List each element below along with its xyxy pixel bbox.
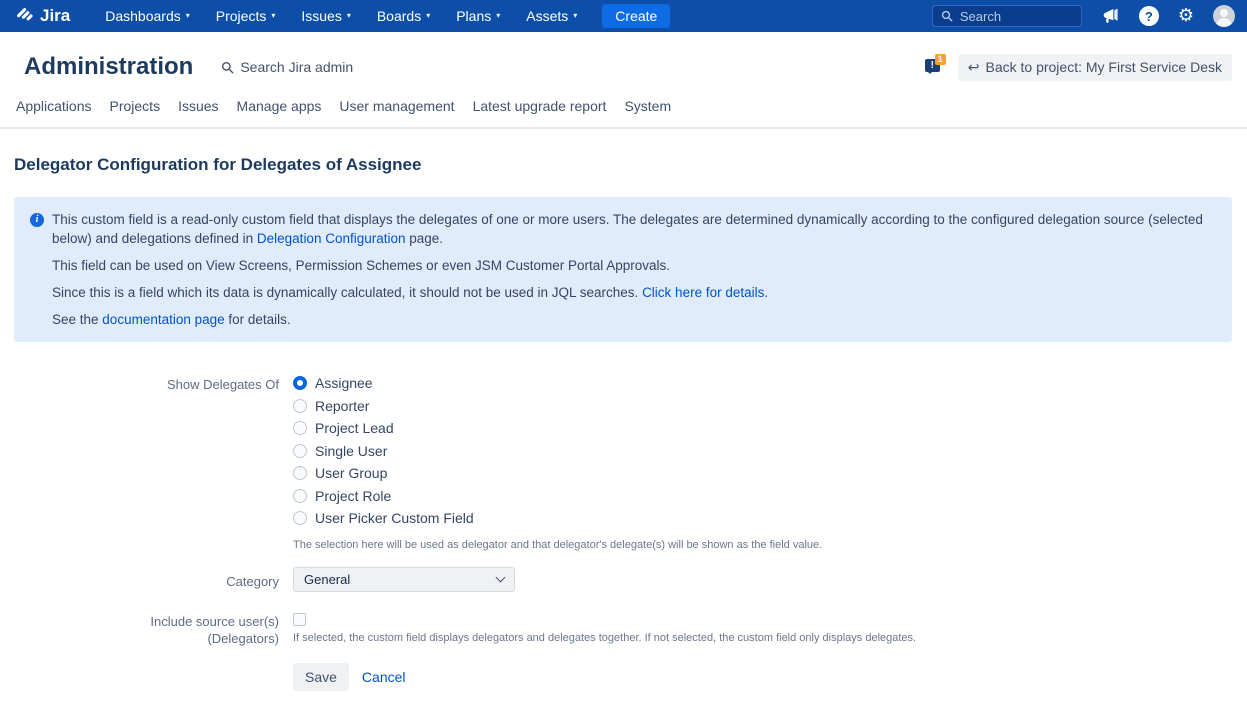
tab-projects[interactable]: Projects: [110, 98, 161, 114]
nav-issues[interactable]: Issues ▾: [288, 0, 363, 32]
back-to-project-button[interactable]: ↩ Back to project: My First Service Desk: [958, 54, 1232, 81]
admin-header: Administration Search Jira admin ! 1 ↩ B…: [0, 32, 1247, 96]
admin-title: Administration: [24, 53, 193, 81]
info-paragraph-4: See the documentation page for details.: [52, 310, 1216, 329]
category-select[interactable]: General: [293, 567, 515, 592]
info-box: i This custom field is a read-only custo…: [14, 197, 1232, 342]
radio-assignee[interactable]: Assignee: [293, 372, 373, 395]
notification-icon[interactable]: ! 1: [925, 59, 943, 75]
show-delegates-help: The selection here will be used as deleg…: [293, 539, 822, 551]
announcements-icon[interactable]: [1101, 8, 1120, 25]
radio-reporter[interactable]: Reporter: [293, 395, 369, 418]
nav-plans[interactable]: Plans ▾: [443, 0, 513, 32]
include-source-label: Include source user(s) (Delegators): [14, 613, 279, 647]
category-row: Category General: [14, 567, 1232, 592]
nav-boards[interactable]: Boards ▾: [364, 0, 443, 32]
radio-user-group[interactable]: User Group: [293, 462, 387, 485]
help-icon[interactable]: ?: [1139, 6, 1159, 26]
global-search-input[interactable]: Search: [932, 5, 1082, 27]
search-icon: [221, 61, 234, 74]
chevron-down-icon: ▾: [271, 12, 275, 20]
info-paragraph-2: This field can be used on View Screens, …: [52, 256, 1216, 275]
notification-badge: 1: [935, 54, 946, 65]
include-source-checkbox[interactable]: [293, 613, 306, 626]
include-source-row: Include source user(s) (Delegators) If s…: [14, 613, 1232, 647]
radio-button-icon[interactable]: [293, 466, 307, 480]
radio-single-user[interactable]: Single User: [293, 440, 387, 463]
info-paragraph-3: Since this is a field which its data is …: [52, 283, 1216, 302]
show-delegates-label: Show Delegates Of: [14, 372, 279, 551]
create-button[interactable]: Create: [602, 4, 670, 28]
tab-issues[interactable]: Issues: [178, 98, 218, 114]
chevron-down-icon: ▾: [347, 12, 351, 20]
category-label: Category: [14, 567, 279, 592]
chevron-down-icon: ▾: [496, 12, 500, 20]
radio-project-lead[interactable]: Project Lead: [293, 417, 394, 440]
delegation-configuration-link[interactable]: Delegation Configuration: [257, 231, 406, 246]
tab-manage-apps[interactable]: Manage apps: [237, 98, 322, 114]
tab-user-management[interactable]: User management: [339, 98, 454, 114]
form-buttons-row: Save Cancel: [14, 663, 1232, 691]
user-avatar[interactable]: [1213, 5, 1235, 27]
radio-user-picker-custom-field[interactable]: User Picker Custom Field: [293, 507, 474, 530]
radio-button-icon[interactable]: [293, 511, 307, 525]
back-button-label: Back to project: My First Service Desk: [985, 59, 1222, 75]
nav-dashboards[interactable]: Dashboards ▾: [92, 0, 203, 32]
jira-logo-text: Jira: [40, 6, 70, 26]
back-arrow-icon: ↩: [968, 59, 980, 76]
chevron-down-icon: ▾: [426, 12, 430, 20]
gear-icon[interactable]: ⚙: [1178, 7, 1194, 25]
main-content: Delegator Configuration for Delegates of…: [0, 155, 1247, 691]
tab-applications[interactable]: Applications: [16, 98, 92, 114]
jira-logo-icon: [16, 7, 34, 25]
chevron-down-icon: ▾: [573, 12, 577, 20]
nav-projects[interactable]: Projects ▾: [203, 0, 289, 32]
save-button[interactable]: Save: [293, 663, 349, 691]
radio-button-icon[interactable]: [293, 421, 307, 435]
admin-search-label: Search Jira admin: [240, 59, 353, 75]
cancel-link[interactable]: Cancel: [362, 669, 406, 685]
documentation-page-link[interactable]: documentation page: [102, 312, 224, 327]
click-here-for-details-link[interactable]: Click here for details: [642, 285, 764, 300]
chevron-down-icon: ▾: [186, 12, 190, 20]
radio-project-role[interactable]: Project Role: [293, 485, 391, 508]
info-paragraph-1: This custom field is a read-only custom …: [52, 210, 1216, 248]
delegator-config-form: Show Delegates Of Assignee Reporter Proj…: [14, 372, 1232, 691]
tab-system[interactable]: System: [624, 98, 671, 114]
admin-tabs: Applications Projects Issues Manage apps…: [0, 96, 1247, 129]
page-title: Delegator Configuration for Delegates of…: [14, 155, 1232, 175]
search-placeholder: Search: [960, 9, 1001, 24]
top-navbar: Jira Dashboards ▾ Projects ▾ Issues ▾ Bo…: [0, 0, 1247, 32]
radio-button-icon[interactable]: [293, 489, 307, 503]
admin-search[interactable]: Search Jira admin: [221, 59, 353, 75]
radio-button-icon[interactable]: [293, 376, 307, 390]
radio-button-icon[interactable]: [293, 444, 307, 458]
radio-button-icon[interactable]: [293, 399, 307, 413]
chevron-down-icon: [496, 572, 506, 582]
show-delegates-row: Show Delegates Of Assignee Reporter Proj…: [14, 372, 1232, 551]
info-icon: i: [30, 213, 44, 227]
category-selected-value: General: [304, 572, 350, 587]
tab-latest-upgrade-report[interactable]: Latest upgrade report: [473, 98, 607, 114]
jira-logo[interactable]: Jira: [16, 6, 70, 26]
nav-assets[interactable]: Assets ▾: [513, 0, 590, 32]
search-icon: [941, 10, 953, 22]
include-source-help: If selected, the custom field displays d…: [293, 632, 916, 644]
